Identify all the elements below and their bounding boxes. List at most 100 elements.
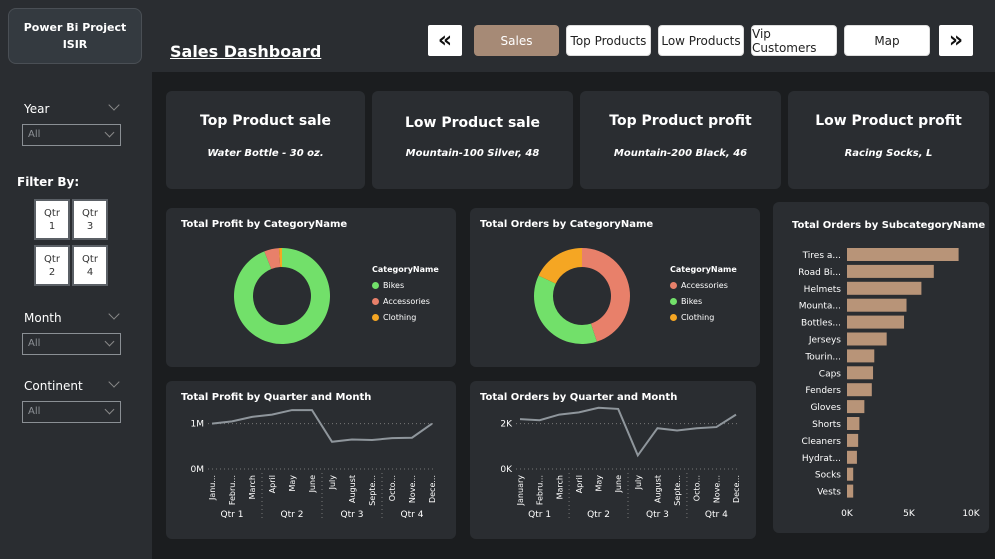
legend-title: CategoryName	[670, 265, 737, 274]
quarter-label: Qtr 4	[401, 510, 424, 520]
quarter-label: Qtr 1	[528, 510, 551, 520]
qtr2-button[interactable]: Qtr 2	[34, 245, 70, 286]
bar-label: Bottles...	[801, 319, 841, 329]
nav-map-button[interactable]: Map	[844, 25, 930, 56]
nav-vip-customers-button[interactable]: Vip Customers	[751, 25, 837, 56]
sidebar: Power Bi Project ISIR Year All Filter By…	[0, 0, 152, 559]
orders-by-category-chart: Total Orders by CategoryName CategoryNam…	[470, 208, 760, 367]
bar[interactable]	[847, 281, 922, 295]
x-tick-label: July	[328, 475, 337, 491]
continent-label: Continent	[24, 379, 83, 393]
x-tick-label: Dece...	[732, 475, 741, 503]
bar-label: Shorts	[812, 420, 841, 430]
legend-item: Accessories	[372, 297, 439, 306]
next-page-button[interactable]: »	[939, 25, 973, 56]
x-tick-label: May	[288, 475, 297, 492]
kpi-value: Water Bottle - 30 oz.	[207, 148, 324, 159]
bar-label: Hydrat...	[802, 454, 841, 464]
x-tick-label: 5K	[903, 509, 916, 519]
project-title-card: Power Bi Project ISIR	[8, 8, 142, 64]
bar[interactable]	[847, 400, 865, 414]
month-select-value: All	[28, 338, 41, 349]
filter-by-label: Filter By:	[17, 175, 80, 189]
chevron-down-icon[interactable]	[108, 99, 120, 111]
chart-title: Total Orders by CategoryName	[480, 219, 654, 230]
bar[interactable]	[847, 264, 934, 278]
qtr-number: 2	[48, 266, 56, 278]
qtr-label: Qtr	[44, 253, 60, 265]
quarter-label: Qtr 3	[646, 510, 669, 520]
bar-label: Socks	[815, 471, 841, 481]
x-tick-label: April	[575, 475, 584, 493]
nav-low-products-button[interactable]: Low Products	[658, 25, 744, 56]
x-tick-label: June	[614, 475, 623, 494]
x-tick-label: Febru...	[536, 475, 545, 505]
legend-label: Clothing	[383, 313, 417, 322]
kpi-title: Top Product sale	[200, 113, 331, 129]
bar[interactable]	[847, 484, 854, 498]
bar[interactable]	[847, 433, 859, 447]
bar-label: Vests	[817, 488, 841, 498]
continent-select[interactable]: All	[22, 401, 121, 423]
bar-label: Fenders	[805, 386, 841, 396]
legend-dot	[670, 314, 677, 321]
bar[interactable]	[847, 417, 860, 430]
legend-item: Bikes	[670, 297, 737, 306]
legend-item: Accessories	[670, 281, 737, 290]
nav-top-products-button[interactable]: Top Products	[566, 25, 651, 56]
kpi-card-top-profit: Top Product profit Mountain-200 Black, 4…	[580, 91, 781, 189]
y-tick-label: 1M	[191, 420, 205, 430]
chevron-down-icon[interactable]	[108, 376, 120, 388]
qtr4-button[interactable]: Qtr 4	[72, 245, 108, 286]
bar[interactable]	[847, 315, 905, 329]
x-tick-label: Nove...	[712, 475, 721, 503]
month-select[interactable]: All	[22, 333, 121, 355]
bar[interactable]	[847, 366, 874, 380]
bar[interactable]	[847, 332, 887, 346]
qtr1-button[interactable]: Qtr 1	[34, 199, 70, 240]
y-tick-label: 0M	[191, 465, 205, 475]
quarter-label: Qtr 2	[281, 510, 304, 520]
bar-label: Road Bi...	[798, 268, 841, 278]
x-tick-label: April	[268, 475, 277, 493]
line-chart: 0M 1M Janu... Febru... March April May June July…	[191, 409, 437, 521]
bar[interactable]	[847, 298, 907, 312]
legend-dot	[372, 298, 379, 305]
quarter-label: Qtr 3	[341, 510, 364, 520]
legend-label: Accessories	[383, 297, 430, 306]
nav-sales-button[interactable]: Sales	[474, 25, 559, 56]
series-line[interactable]	[211, 409, 433, 443]
donut-chart	[534, 248, 630, 344]
bar-label: Tires a...	[802, 251, 841, 261]
donut-slice-bikes[interactable]	[534, 275, 597, 344]
series-line[interactable]	[519, 406, 737, 458]
y-tick-label: 2K	[500, 420, 513, 430]
chevron-down-icon[interactable]	[108, 308, 120, 320]
orders-by-quarter-chart: Total Orders by Quarter and Month 0K 2K Ja…	[470, 381, 756, 539]
legend-item: Clothing	[670, 313, 737, 322]
bar[interactable]	[847, 248, 959, 261]
legend-title: CategoryName	[372, 265, 439, 274]
bar[interactable]	[847, 383, 872, 397]
bar[interactable]	[847, 450, 857, 464]
x-tick-label: March	[555, 475, 564, 499]
bar-label: Helmets	[804, 285, 842, 295]
continent-select-value: All	[28, 406, 41, 417]
dropdown-chevron-icon	[104, 336, 115, 347]
bar[interactable]	[847, 467, 854, 481]
kpi-card-low-sale: Low Product sale Mountain-100 Silver, 48	[372, 91, 573, 189]
qtr3-button[interactable]: Qtr 3	[72, 199, 108, 240]
prev-page-button[interactable]: «	[428, 25, 462, 56]
qtr-label: Qtr	[44, 207, 60, 219]
bar-label: Jerseys	[808, 336, 841, 346]
page-title: Sales Dashboard	[170, 42, 322, 61]
year-select[interactable]: All	[22, 124, 121, 146]
kpi-title: Top Product profit	[609, 113, 752, 129]
donut-slice-clothing[interactable]	[538, 248, 582, 284]
bar[interactable]	[847, 349, 875, 363]
year-select-value: All	[28, 129, 41, 140]
x-tick-label: 10K	[962, 509, 980, 519]
legend-dot	[670, 282, 677, 289]
kpi-value: Racing Socks, L	[844, 148, 933, 159]
x-tick-label: Febru...	[228, 475, 237, 505]
